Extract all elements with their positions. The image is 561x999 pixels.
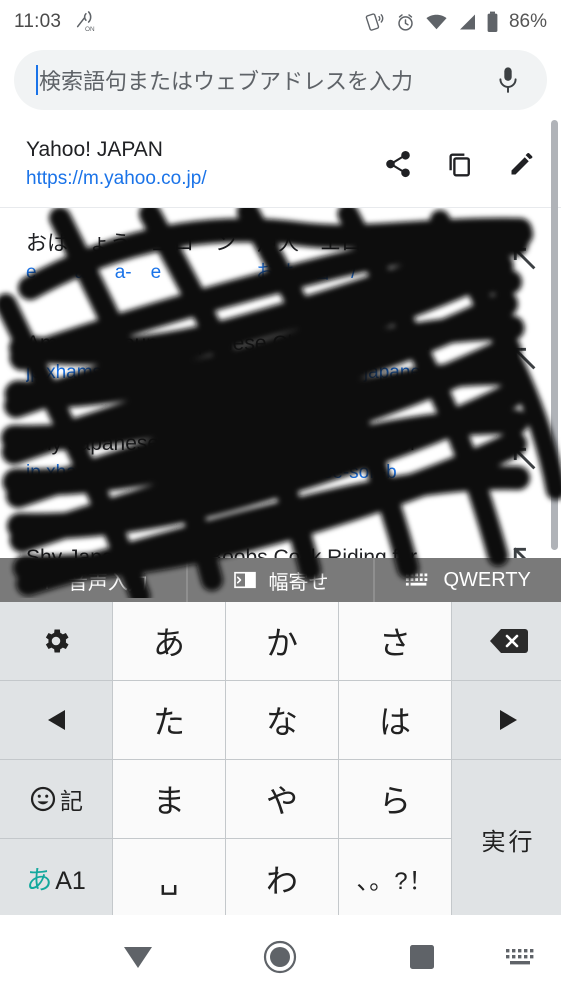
omnibox-container: 検索語句またはウェブアドレスを入力 bbox=[0, 50, 561, 116]
keyboard-toolbar[interactable]: 音声入力 幅寄せ QWERTY bbox=[0, 558, 561, 602]
status-bar-left: 11:03 ON bbox=[14, 11, 96, 33]
key-ha[interactable]: は bbox=[339, 681, 451, 759]
suggestion-text: Shy Japanese Soft Boobs Cock Riding for bbox=[26, 543, 501, 558]
emoji-symbol-content: 記 bbox=[29, 782, 83, 816]
scrollbar-thumb[interactable] bbox=[551, 120, 558, 550]
qwerty-option[interactable]: QWERTY bbox=[375, 558, 561, 602]
system-navigation-bar[interactable] bbox=[0, 915, 561, 999]
suggestion-scrollbar[interactable] bbox=[551, 120, 558, 558]
suggestion-title: おは ょう 工ロ ン 戸人 エロ bbox=[26, 232, 362, 255]
microphone-icon bbox=[38, 568, 56, 592]
voice-input-option[interactable]: 音声入力 bbox=[0, 558, 188, 602]
keyboard-switch-icon bbox=[504, 946, 536, 968]
suggestion-title: Shy Japanese Soft Boobs Cock Riding for bbox=[26, 546, 418, 558]
input-mode-content: あ A1 bbox=[26, 860, 86, 897]
square-icon bbox=[409, 944, 435, 970]
keyboard-key-grid[interactable]: あ か さ た な は 記 ま や ら 実行 あ A1 ␣ わ 、。?！ bbox=[0, 602, 561, 918]
battery-percent: 86% bbox=[508, 11, 547, 32]
input-mode-key[interactable]: あ A1 bbox=[0, 839, 112, 918]
suggestion-title: Amateur Young Japanese Chubby Creampi bbox=[26, 332, 430, 355]
voice-search-button[interactable] bbox=[491, 65, 525, 95]
insert-arrow-icon[interactable] bbox=[501, 343, 547, 373]
suggestion-text: Yahoo! JAPAN https://m.yahoo.co.jp/ bbox=[26, 135, 383, 193]
vibrate-on-icon: ON bbox=[74, 11, 96, 33]
punctuation-key[interactable]: 、。?！ bbox=[339, 839, 451, 918]
recents-button[interactable] bbox=[392, 937, 452, 977]
key-a[interactable]: あ bbox=[113, 602, 225, 680]
triangle-down-icon bbox=[122, 944, 154, 970]
key-sa[interactable]: さ bbox=[339, 602, 451, 680]
enter-key[interactable]: 実行 bbox=[452, 760, 561, 918]
insert-arrow-icon[interactable] bbox=[501, 543, 547, 558]
suggestion-url: e… an a- e おは ョ / bbox=[26, 262, 357, 283]
suggestion-row[interactable]: おは ょう 工ロ ン 戸人 エロ e… an a- e おは ョ / bbox=[0, 208, 561, 308]
qwerty-label: QWERTY bbox=[443, 568, 531, 591]
suggestion-url: https://m.yahoo.co.jp/ bbox=[26, 167, 207, 189]
suggestion-url: jp.xhamster.com/videos/amateur-young-jap… bbox=[26, 362, 421, 383]
status-bar-right: 86% bbox=[365, 11, 547, 33]
align-width-icon bbox=[233, 570, 257, 590]
emoji-symbol-key[interactable]: 記 bbox=[0, 760, 112, 838]
emoji-icon bbox=[29, 785, 57, 813]
suggestion-row[interactable]: Shy Japanese Soft Boobs Cock Riding for … bbox=[0, 408, 561, 508]
suggestion-url: jp.xhamster.com/videos/shy-japanese-soft… bbox=[26, 462, 397, 483]
suggestion-row-yahoo[interactable]: Yahoo! JAPAN https://m.yahoo.co.jp/ bbox=[0, 120, 561, 208]
input-mode-japanese-label: あ bbox=[26, 865, 53, 895]
svg-text:ON: ON bbox=[85, 26, 95, 33]
key-ka[interactable]: か bbox=[226, 602, 338, 680]
settings-key[interactable] bbox=[0, 602, 112, 680]
keyboard-switch-button[interactable] bbox=[497, 941, 543, 973]
insert-arrow-icon[interactable] bbox=[501, 243, 547, 273]
width-align-label: 幅寄せ bbox=[268, 571, 329, 594]
search-input[interactable]: 検索語句またはウェブアドレスを入力 bbox=[39, 64, 491, 96]
wifi-icon bbox=[425, 12, 448, 32]
backspace-key[interactable] bbox=[452, 602, 561, 680]
omnibox-suggestion-list[interactable]: Yahoo! JAPAN https://m.yahoo.co.jp/ おは ょ… bbox=[0, 120, 561, 558]
home-button[interactable] bbox=[250, 937, 310, 977]
home-circle-icon bbox=[263, 940, 297, 974]
suggestion-title: Shy Japanese Soft Boobs Cock Riding for bbox=[26, 432, 418, 455]
suggestion-row[interactable]: Shy Japanese Soft Boobs Cock Riding for bbox=[0, 508, 561, 558]
url-bar[interactable]: 検索語句またはウェブアドレスを入力 bbox=[14, 50, 547, 110]
backspace-icon bbox=[489, 627, 529, 655]
key-ya[interactable]: や bbox=[226, 760, 338, 838]
nfc-icon bbox=[365, 12, 386, 33]
input-mode-alnum-label: A1 bbox=[55, 867, 86, 895]
edit-icon[interactable] bbox=[507, 149, 537, 179]
share-icon[interactable] bbox=[383, 149, 413, 179]
space-glyph: ␣ bbox=[159, 862, 179, 895]
triangle-right-icon bbox=[498, 708, 520, 732]
keyboard-icon bbox=[405, 571, 431, 589]
cursor-right-key[interactable] bbox=[452, 681, 561, 759]
suggestion-text: Amateur Young Japanese Chubby Creampi jp… bbox=[26, 329, 501, 387]
key-ta[interactable]: た bbox=[113, 681, 225, 759]
width-align-option[interactable]: 幅寄せ bbox=[188, 558, 376, 602]
suggestion-actions bbox=[383, 149, 547, 179]
symbol-label: 記 bbox=[60, 788, 83, 814]
cellular-signal-icon bbox=[457, 12, 477, 32]
suggestion-row[interactable]: Amateur Young Japanese Chubby Creampi jp… bbox=[0, 308, 561, 408]
suggestion-text: Shy Japanese Soft Boobs Cock Riding for … bbox=[26, 429, 501, 487]
key-wa[interactable]: わ bbox=[226, 839, 338, 918]
alarm-clock-icon bbox=[395, 12, 416, 33]
gear-icon bbox=[40, 625, 72, 657]
insert-arrow-icon[interactable] bbox=[501, 443, 547, 473]
status-clock: 11:03 bbox=[14, 11, 62, 32]
cursor-left-key[interactable] bbox=[0, 681, 112, 759]
japanese-keyboard[interactable]: 音声入力 幅寄せ QWERTY あ か さ た な は 記 ま や ら 実行 あ… bbox=[0, 558, 561, 918]
space-key[interactable]: ␣ bbox=[113, 839, 225, 918]
suggestion-title: Yahoo! JAPAN bbox=[26, 137, 163, 161]
copy-icon[interactable] bbox=[445, 149, 475, 179]
voice-input-label: 音声入力 bbox=[67, 571, 148, 594]
battery-icon bbox=[486, 11, 499, 33]
triangle-left-icon bbox=[45, 708, 67, 732]
key-ra[interactable]: ら bbox=[339, 760, 451, 838]
status-bar: 11:03 ON 86% bbox=[0, 0, 561, 44]
key-ma[interactable]: ま bbox=[113, 760, 225, 838]
key-na[interactable]: な bbox=[226, 681, 338, 759]
back-button[interactable] bbox=[108, 937, 168, 977]
text-caret bbox=[36, 65, 38, 95]
suggestion-text: おは ょう 工ロ ン 戸人 エロ e… an a- e おは ョ / bbox=[26, 229, 501, 287]
